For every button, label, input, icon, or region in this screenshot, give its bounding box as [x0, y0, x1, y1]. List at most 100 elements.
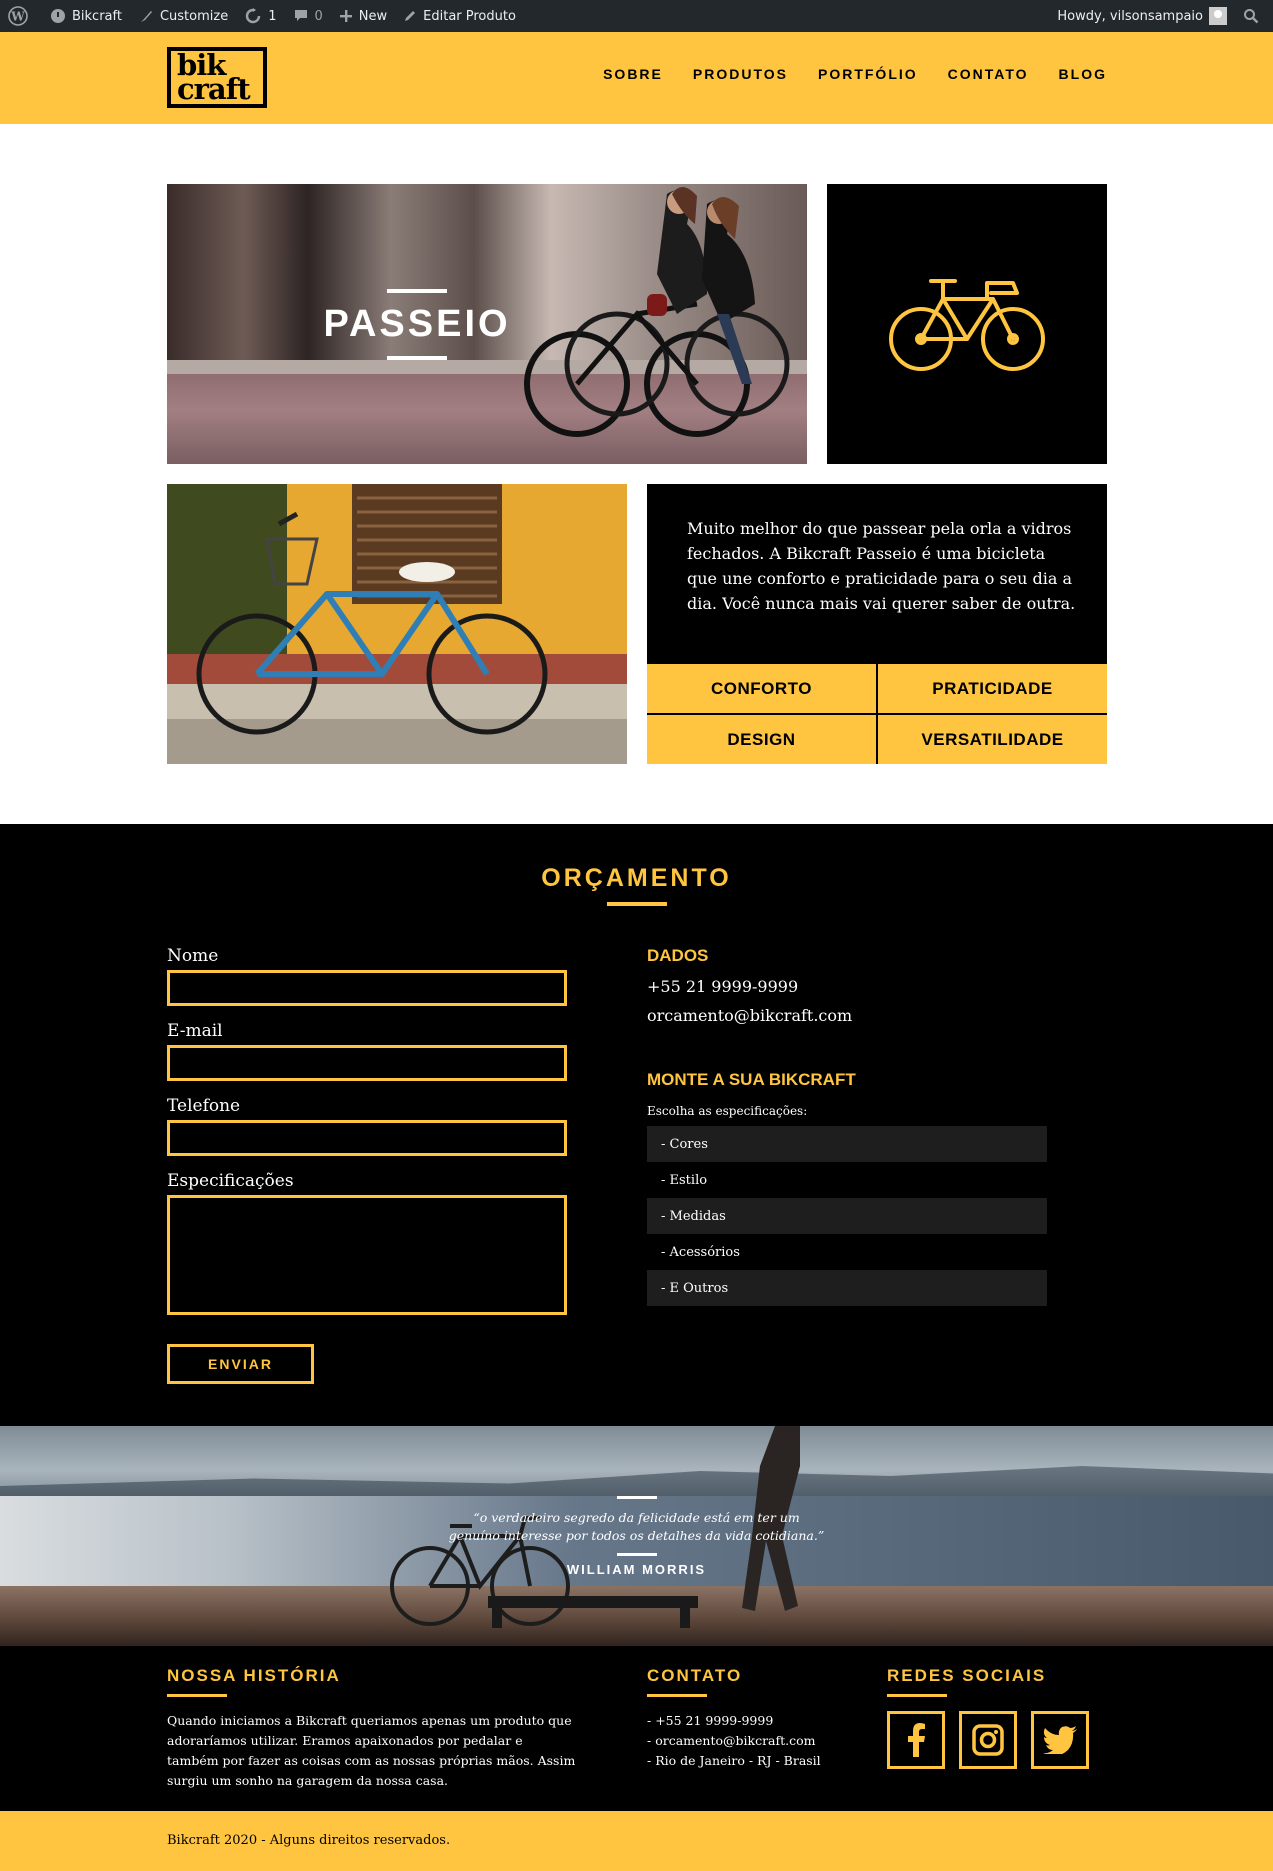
- copyright-text: Bikcraft 2020 - Alguns direitos reservad…: [167, 1833, 451, 1848]
- facebook-icon[interactable]: [887, 1711, 945, 1769]
- account-menu[interactable]: Howdy, vilsonsampaio: [1049, 0, 1235, 32]
- footer-contato: CONTATO - +55 21 9999-9999 - orcamento@b…: [647, 1666, 847, 1771]
- nav-sobre[interactable]: SOBRE: [603, 66, 663, 82]
- site-name-link[interactable]: Bikcraft: [42, 0, 130, 32]
- nome-input[interactable]: [167, 970, 567, 1006]
- enviar-button[interactable]: ENVIAR: [167, 1344, 314, 1384]
- spec-item-cores: - Cores: [647, 1126, 1047, 1162]
- updates-link[interactable]: 1: [236, 0, 284, 32]
- product-hero-image: PASSEIO: [167, 184, 807, 464]
- quote-text: “o verdadeiro segredo da felicidade está…: [448, 1509, 825, 1543]
- nav-portfolio[interactable]: PORTFÓLIO: [818, 66, 918, 82]
- dados-email[interactable]: orcamento@bikcraft.com: [647, 1001, 1047, 1030]
- spec-item-acessorios: - Acessórios: [661, 1244, 740, 1260]
- updates-icon: [246, 8, 261, 24]
- avatar: [1209, 7, 1227, 25]
- quote-bar-bottom: [616, 1552, 657, 1556]
- footer-historia: NOSSA HISTÓRIA Quando iniciamos a Bikcra…: [167, 1666, 577, 1791]
- nav-blog[interactable]: BLOG: [1059, 66, 1107, 82]
- plus-icon: [339, 10, 352, 22]
- spec-item-estilo: - Estilo: [661, 1172, 708, 1188]
- spec-item-outros: - E Outros: [647, 1270, 1047, 1306]
- site-footer: NOSSA HISTÓRIA Quando iniciamos a Bikcra…: [0, 1646, 1273, 1811]
- dados-block: DADOS +55 21 9999-9999 orcamento@bikcraf…: [647, 946, 1047, 1030]
- title-bar-bottom: [387, 355, 447, 360]
- product-description: Muito melhor do que passear pela orla a …: [687, 519, 1076, 613]
- telefone-input[interactable]: [167, 1120, 567, 1156]
- bicycle-icon: [889, 279, 1045, 371]
- contato-email[interactable]: - orcamento@bikcraft.com: [647, 1731, 847, 1751]
- quote-text-block: “o verdadeiro segredo da felicidade está…: [0, 1426, 1273, 1646]
- historia-bar: [167, 1694, 227, 1697]
- product-title: PASSEIO: [323, 302, 511, 345]
- dados-phone: +55 21 9999-9999: [647, 977, 799, 996]
- updates-count: 1: [268, 8, 277, 24]
- comments-count: 0: [314, 8, 323, 24]
- contato-phone: - +55 21 9999-9999: [647, 1713, 774, 1728]
- monte-subtitle: Escolha as especificações:: [647, 1104, 808, 1118]
- orcamento-title: ORÇAMENTO: [541, 864, 732, 892]
- feature-conforto: CONFORTO: [647, 664, 876, 713]
- new-label: New: [358, 8, 388, 24]
- svg-text:W: W: [10, 10, 25, 24]
- copyright-bar: Bikcraft 2020 - Alguns direitos reservad…: [0, 1811, 1273, 1871]
- quote-author: WILLIAM MORRIS: [566, 1561, 707, 1577]
- social-links: [887, 1711, 1107, 1769]
- logo-line-2: craft: [177, 72, 251, 106]
- footer-redes: REDES SOCIAIS: [887, 1666, 1107, 1769]
- new-content-link[interactable]: New: [331, 0, 395, 32]
- admin-bar: W Bikcraft Customize 1 0 New Editar Prod…: [0, 0, 1273, 32]
- quote-bar-top: [616, 1495, 657, 1499]
- pencil-icon: [405, 11, 416, 21]
- especificacoes-textarea[interactable]: [167, 1195, 567, 1315]
- telefone-label: Telefone: [167, 1096, 241, 1116]
- wordpress-logo-icon[interactable]: W: [0, 0, 42, 32]
- historia-text: Quando iniciamos a Bikcraft queriamos ap…: [167, 1713, 576, 1788]
- site-name: Bikcraft: [72, 8, 122, 24]
- bikcraft-logo[interactable]: bik craft: [167, 47, 267, 108]
- email-label: E-mail: [167, 1021, 223, 1041]
- spec-item-medidas: - Medidas: [647, 1198, 1047, 1234]
- customize-link[interactable]: Customize: [130, 0, 236, 32]
- search-icon[interactable]: [1235, 0, 1273, 32]
- contato-bar: [647, 1694, 707, 1697]
- email-input[interactable]: [167, 1045, 567, 1081]
- quote-banner: “o verdadeiro segredo da felicidade está…: [0, 1426, 1273, 1646]
- nav-produtos[interactable]: PRODUTOS: [693, 66, 788, 82]
- instagram-icon[interactable]: [959, 1711, 1017, 1769]
- contato-address: - Rio de Janeiro - RJ - Brasil: [647, 1753, 821, 1768]
- redes-title: REDES SOCIAIS: [887, 1666, 1047, 1685]
- dados-title: DADOS: [647, 946, 709, 965]
- brush-icon: [140, 11, 152, 22]
- nav-contato[interactable]: CONTATO: [948, 66, 1029, 82]
- nome-label: Nome: [167, 946, 219, 966]
- monte-title: MONTE A SUA BIKCRAFT: [647, 1070, 856, 1089]
- feature-versatilidade: VERSATILIDADE: [878, 715, 1107, 764]
- orcamento-section: ORÇAMENTO Nome E-mail Telefone Especific…: [0, 824, 1273, 1426]
- budget-form: Nome E-mail Telefone Especificações: [167, 946, 567, 1315]
- site-header: bik craft SOBRE PRODUTOS PORTFÓLIO CONTA…: [0, 32, 1273, 124]
- howdy-text: Howdy, vilsonsampaio: [1057, 8, 1203, 24]
- main-nav: SOBRE PRODUTOS PORTFÓLIO CONTATO BLOG: [603, 66, 1107, 82]
- feature-praticidade: PRATICIDADE: [878, 664, 1107, 713]
- hero-title-block: PASSEIO: [167, 184, 807, 464]
- customize-label: Customize: [159, 8, 229, 24]
- redes-bar: [887, 1694, 947, 1697]
- orcamento-title-bar: [607, 902, 667, 906]
- bicycle-photo-illustration: [167, 484, 627, 764]
- comment-icon: [294, 10, 307, 21]
- monte-block: MONTE A SUA BIKCRAFT Escolha as especifi…: [647, 1070, 1047, 1306]
- twitter-icon[interactable]: [1031, 1711, 1089, 1769]
- features-grid: CONFORTO PRATICIDADE DESIGN VERSATILIDAD…: [647, 664, 1107, 764]
- dashboard-icon: [51, 9, 65, 23]
- bike-icon-box: [827, 184, 1107, 464]
- title-bar-top: [387, 288, 447, 293]
- feature-design: DESIGN: [647, 715, 876, 764]
- bike-photo: [167, 484, 627, 764]
- contato-title: CONTATO: [647, 1666, 743, 1685]
- comments-link[interactable]: 0: [285, 0, 331, 32]
- historia-title: NOSSA HISTÓRIA: [167, 1666, 341, 1685]
- edit-label: Editar Produto: [423, 8, 516, 24]
- edit-product-link[interactable]: Editar Produto: [395, 0, 524, 32]
- especificacoes-label: Especificações: [167, 1171, 294, 1191]
